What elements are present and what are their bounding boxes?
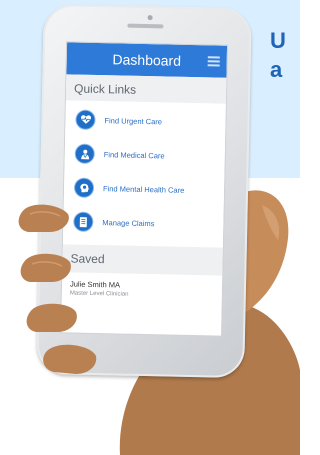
fingers-image [18,204,97,374]
